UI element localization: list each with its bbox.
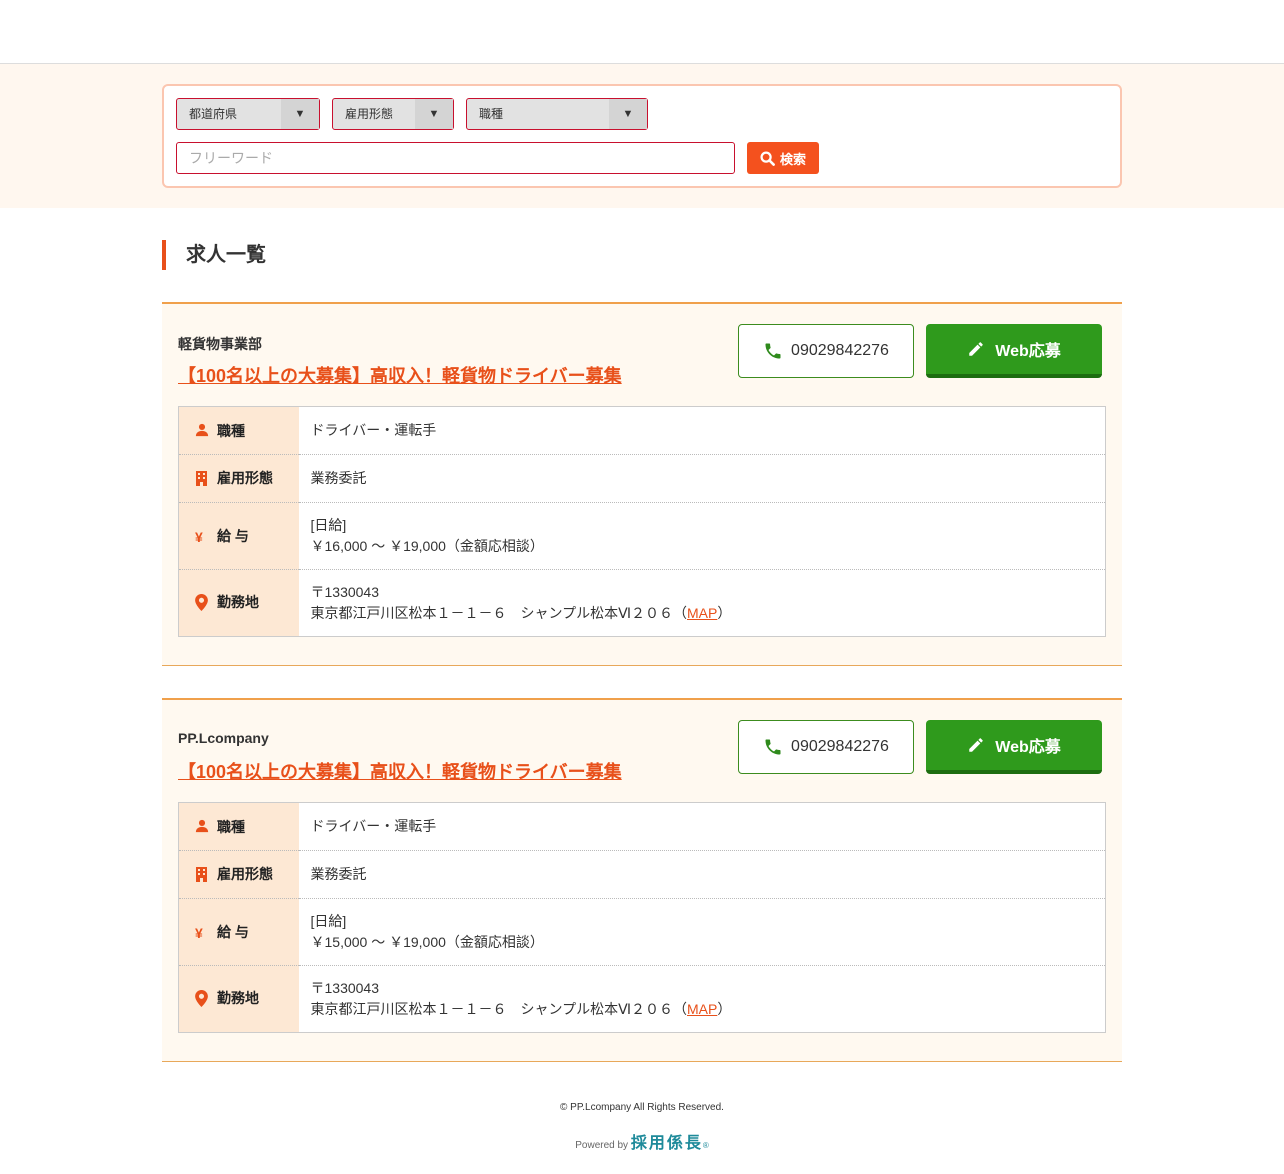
employment-select[interactable]: 雇用形態 ▼ [332,98,454,130]
phone-icon [765,739,781,755]
address-text: 東京都江戸川区松本１－１－６ シャンプル松本Ⅵ２０６（ [310,605,688,621]
prefecture-select[interactable]: 都道府県 ▼ [176,98,320,130]
phone-icon [765,343,781,359]
phone-button[interactable]: 09029842276 [738,324,914,378]
person-icon [195,424,209,437]
pencil-icon [969,738,983,752]
jobtype-select[interactable]: 職種 ▼ [466,98,648,130]
label-salary: 給 与 [217,924,249,940]
web-apply-label: Web応募 [995,343,1061,360]
row-label: 雇用形態 [178,454,299,503]
search-band: 都道府県 ▼ 雇用形態 ▼ 職種 ▼ 検索 [0,64,1284,208]
chevron-down-icon: ▼ [281,99,319,129]
job-card: PP.Lcompany 【100名以上の大募集】高収入！軽貨物ドライバー募集 0… [162,698,1122,1062]
address-close: ） [717,1001,732,1017]
building-icon [196,470,207,486]
employment-select-label: 雇用形態 [345,107,394,121]
salary-type: [日給] [310,913,347,929]
label-job-type: 職種 [217,422,245,439]
map-pin-icon [195,593,208,611]
address-text: 東京都江戸川区松本１－１－６ シャンプル松本Ⅵ２０６（ [310,1001,688,1017]
row-label: 職種 [178,406,299,455]
web-apply-button[interactable]: Web応募 [926,324,1102,378]
location-value: 〒1330043 東京都江戸川区松本１－１－６ シャンプル松本Ⅵ２０６（MAP） [299,570,1106,637]
table-row: ¥ 給 与 [日給] ￥16,000 ～ ￥19,000（金額応相談） [178,502,1106,570]
label-salary: 給 与 [217,528,249,544]
salary-range: ￥16,000 ～ ￥19,000（金額応相談） [310,538,544,554]
location-value: 〒1330043 東京都江戸川区松本１－１－６ シャンプル松本Ⅵ２０６（MAP） [299,966,1106,1033]
table-row: 勤務地 〒1330043 東京都江戸川区松本１－１－６ シャンプル松本Ⅵ２０６（… [178,965,1106,1033]
search-button[interactable]: 検索 [747,142,819,174]
yen-icon: ¥ [195,925,203,942]
address-close: ） [717,605,732,621]
label-employment: 雇用形態 [217,866,273,883]
job-title-link[interactable]: 【100名以上の大募集】高収入！軽貨物ドライバー募集 [178,758,622,784]
phone-number: 09029842276 [791,738,889,755]
job-info-table: 職種 ドライバー・運転手 雇用形態 業務委託 [178,802,1106,1033]
job-type-value: ドライバー・運転手 [298,406,1106,455]
building-icon [196,866,207,882]
chevron-down-icon: ▼ [609,99,647,129]
salary-range: ￥15,000 ～ ￥19,000（金額応相談） [310,934,544,950]
salary-value: [日給] ￥15,000 ～ ￥19,000（金額応相談） [298,898,1106,966]
web-apply-button[interactable]: Web応募 [926,720,1102,774]
row-label: ¥ 給 与 [178,502,299,570]
table-row: 職種 ドライバー・運転手 [178,802,1106,851]
search-icon [760,150,775,166]
job-card: 軽貨物事業部 【100名以上の大募集】高収入！軽貨物ドライバー募集 090298… [162,302,1122,666]
search-button-label: 検索 [779,151,806,167]
employment-value: 業務委託 [298,850,1106,899]
phone-number: 09029842276 [791,342,889,359]
table-row: 雇用形態 業務委託 [178,850,1106,899]
label-employment: 雇用形態 [217,470,273,487]
main-content: 求人一覧 軽貨物事業部 【100名以上の大募集】高収入！軽貨物ドライバー募集 0… [162,240,1122,1153]
search-box: 都道府県 ▼ 雇用形態 ▼ 職種 ▼ 検索 [162,84,1122,188]
table-row: 雇用形態 業務委託 [178,454,1106,503]
row-label: 雇用形態 [178,850,299,899]
chevron-down-icon: ▼ [415,99,453,129]
person-icon [195,820,209,833]
table-row: 職種 ドライバー・運転手 [178,406,1106,455]
web-apply-label: Web応募 [995,739,1061,756]
footer-powered-by[interactable]: Powered by 採用係長® [162,1129,1122,1153]
label-job-type: 職種 [217,818,245,835]
map-pin-icon [195,989,208,1007]
jobtype-select-label: 職種 [479,107,504,121]
footer-copyright: © PP.Lcompany All Rights Reserved. [560,1102,724,1113]
postal-code: 〒1330043 [310,980,380,996]
map-link[interactable]: MAP [687,605,717,621]
brand-logo: 採用係長 [630,1135,703,1152]
salary-type: [日給] [310,517,347,533]
table-row: 勤務地 〒1330043 東京都江戸川区松本１－１－６ シャンプル松本Ⅵ２０６（… [178,569,1106,637]
employment-value: 業務委託 [298,454,1106,503]
prefecture-select-label: 都道府県 [189,107,238,121]
address: 東京都江戸川区松本１－１－６ シャンプル松本Ⅵ２０６（MAP） [311,999,1106,1020]
salary-value: [日給] ￥16,000 ～ ￥19,000（金額応相談） [298,502,1106,570]
phone-button[interactable]: 09029842276 [738,720,914,774]
job-type-value: ドライバー・運転手 [298,802,1106,851]
label-location: 勤務地 [217,990,259,1007]
address: 東京都江戸川区松本１－１－６ シャンプル松本Ⅵ２０６（MAP） [311,603,1106,624]
brand-mark: ® [702,1141,709,1150]
table-row: ¥ 給 与 [日給] ￥15,000 ～ ￥19,000（金額応相談） [178,898,1106,966]
row-label: ¥ 給 与 [178,898,299,966]
label-location: 勤務地 [217,594,259,611]
job-title-link[interactable]: 【100名以上の大募集】高収入！軽貨物ドライバー募集 [178,362,622,388]
row-label: 勤務地 [178,569,299,637]
page-title: 求人一覧 [162,240,1122,270]
powered-by-text: Powered by [575,1140,629,1151]
row-label: 勤務地 [178,965,299,1033]
pencil-icon [969,342,983,356]
postal-code: 〒1330043 [310,584,380,600]
map-link[interactable]: MAP [687,1001,717,1017]
top-bar [0,0,1284,64]
job-info-table: 職種 ドライバー・運転手 雇用形態 業務委託 [178,406,1106,637]
row-label: 職種 [178,802,299,851]
freeword-input[interactable] [176,142,735,174]
yen-icon: ¥ [195,529,203,546]
